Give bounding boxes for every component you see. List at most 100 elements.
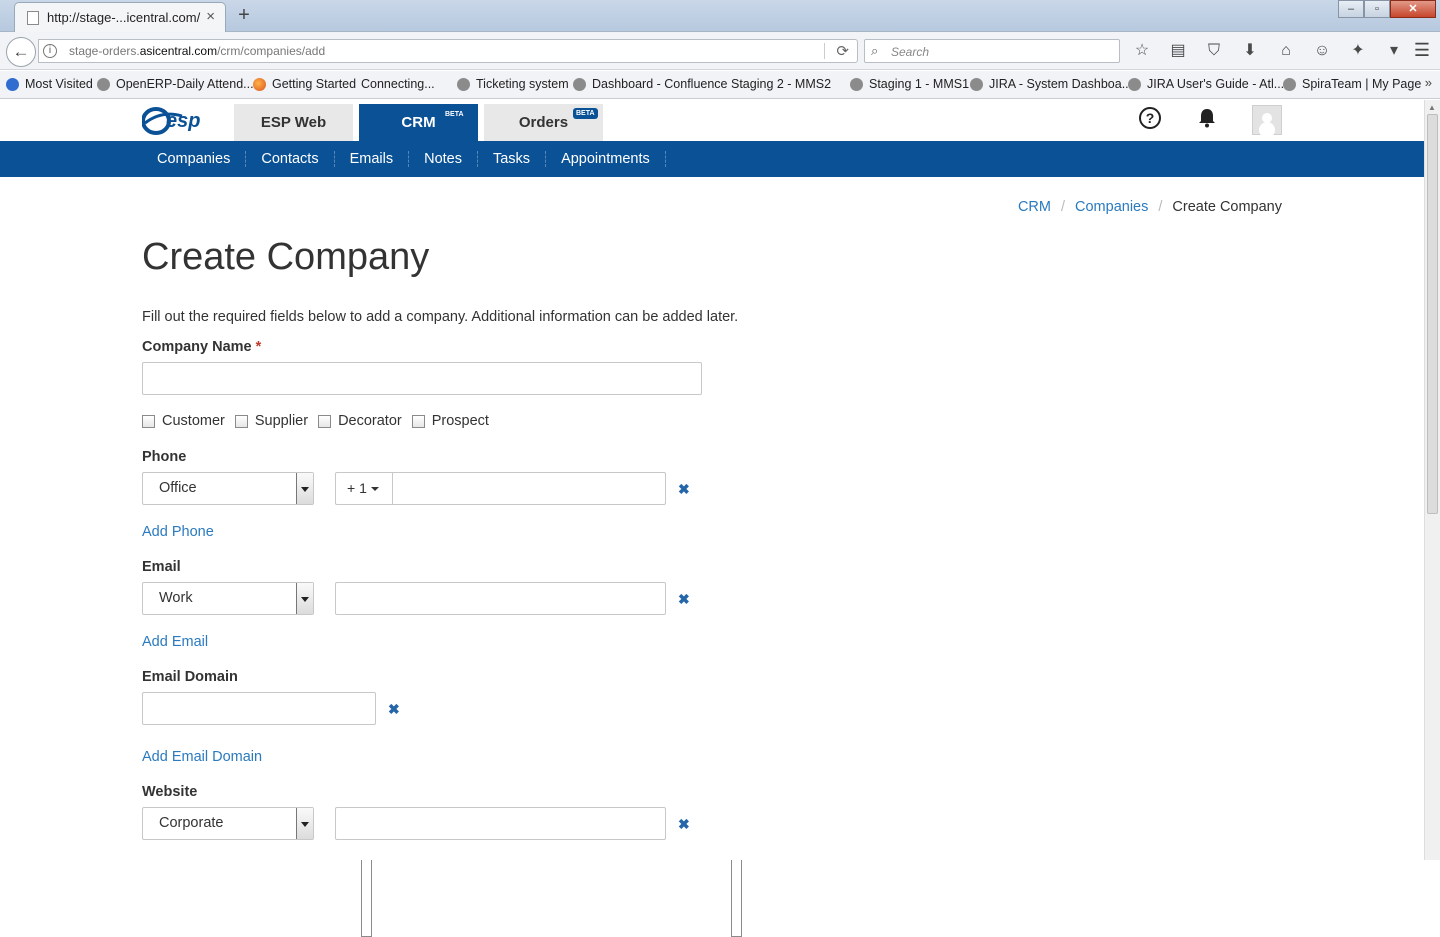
- bookmark-label: JIRA - System Dashboa...: [989, 77, 1133, 91]
- subnav-item-companies[interactable]: Companies: [142, 151, 247, 167]
- remove-phone-icon[interactable]: ✖: [678, 481, 690, 498]
- help-icon[interactable]: ?: [1139, 107, 1161, 129]
- hamburger-menu-icon[interactable]: ☰: [1414, 40, 1430, 61]
- decorator-checkbox[interactable]: Decorator: [318, 413, 402, 429]
- supplier-checkbox[interactable]: Supplier: [234, 413, 309, 429]
- breadcrumb-current: Create Company: [1172, 199, 1282, 215]
- website-input[interactable]: [335, 807, 666, 840]
- globe-icon: [850, 77, 863, 91]
- product-tab-label: CRM: [401, 114, 436, 131]
- phone-type-value: Office: [159, 480, 197, 496]
- phone-number-input[interactable]: [392, 472, 666, 505]
- checkbox-box[interactable]: [142, 414, 155, 428]
- website-type-select[interactable]: Corporate: [142, 807, 314, 840]
- bookmark-label: Dashboard - Confluence: [592, 77, 728, 91]
- close-window-button[interactable]: ✕: [1390, 0, 1436, 18]
- chevron-down-icon[interactable]: [296, 473, 313, 504]
- remove-email-domain-icon[interactable]: ✖: [388, 701, 400, 718]
- subnav-item-appointments[interactable]: Appointments: [546, 151, 666, 167]
- bookmark-item[interactable]: Staging 1 - MMS1: [850, 77, 969, 91]
- browser-toolbar: ☆ ▤ ⛉ ⬇ ⌂ ☺ ✦ ▾: [1130, 40, 1418, 62]
- bell-icon[interactable]: [1197, 108, 1217, 128]
- extension-icon[interactable]: ✦: [1346, 40, 1370, 62]
- minimize-button[interactable]: –: [1338, 0, 1364, 18]
- customer-checkbox[interactable]: Customer: [142, 413, 225, 429]
- email-domain-label: Email Domain: [142, 669, 238, 685]
- esp-logo[interactable]: esp: [142, 104, 216, 136]
- bookmark-item[interactable]: Most Visited: [6, 77, 93, 91]
- browser-tab[interactable]: http://stage-...icentral.com/ ×: [14, 2, 226, 32]
- globe-icon: [457, 77, 470, 91]
- logo-text: esp: [166, 110, 200, 132]
- breadcrumb-crm[interactable]: CRM: [1018, 199, 1051, 215]
- search-bar[interactable]: ⌕ Search: [864, 39, 1120, 63]
- close-tab-icon[interactable]: ×: [206, 8, 215, 25]
- add-email-link[interactable]: Add Email: [142, 634, 208, 650]
- bookmark-label: Most Visited: [25, 77, 93, 91]
- prospect-checkbox[interactable]: Prospect: [411, 413, 489, 429]
- back-button[interactable]: ←: [6, 37, 36, 67]
- bookmark-item[interactable]: OpenERP-Daily Attend...: [97, 77, 254, 91]
- chevron-down-icon[interactable]: [296, 808, 313, 839]
- email-domain-input[interactable]: [142, 692, 376, 725]
- bookmark-item[interactable]: Ticketing system: [457, 77, 569, 91]
- checkbox-box[interactable]: [318, 414, 332, 428]
- download-icon[interactable]: ⬇: [1238, 40, 1262, 62]
- star-icon[interactable]: ☆: [1130, 40, 1154, 62]
- globe-icon: [1283, 77, 1296, 91]
- bookmark-label: OpenERP-Daily Attend...: [116, 77, 254, 91]
- product-tab-esp-web[interactable]: ESP Web: [234, 104, 353, 141]
- remove-email-icon[interactable]: ✖: [678, 591, 690, 608]
- checkbox-label: Customer: [162, 413, 225, 429]
- email-input[interactable]: [335, 582, 666, 615]
- company-type-checkboxes: Customer Supplier Decorator Prospect: [142, 413, 499, 429]
- add-phone-link[interactable]: Add Phone: [142, 524, 214, 540]
- scroll-up-icon[interactable]: ▲: [1428, 103, 1436, 112]
- page-favicon-icon: [27, 11, 39, 25]
- checkbox-label: Supplier: [254, 413, 309, 429]
- chevron-down-icon[interactable]: [296, 583, 313, 614]
- bookmark-item[interactable]: SpiraTeam | My Page: [1283, 77, 1421, 91]
- bookmark-item[interactable]: Dashboard - Confluence: [573, 77, 728, 91]
- country-code-dropdown[interactable]: + 1: [335, 472, 393, 505]
- scrollbar-thumb[interactable]: [1427, 114, 1438, 514]
- company-name-label-text: Company Name: [142, 339, 252, 355]
- search-icon: ⌕: [871, 43, 879, 58]
- bookmark-item[interactable]: Getting Started: [253, 77, 356, 91]
- breadcrumb-companies[interactable]: Companies: [1075, 199, 1148, 215]
- subnav-item-contacts[interactable]: Contacts: [246, 151, 335, 167]
- bookmark-item[interactable]: Staging 2 - MMS2: [731, 77, 831, 937]
- remove-website-icon[interactable]: ✖: [678, 816, 690, 833]
- email-type-select[interactable]: Work: [142, 582, 314, 615]
- product-tab-crm[interactable]: CRM BETA: [359, 104, 478, 141]
- checkbox-box[interactable]: [234, 414, 248, 428]
- info-icon[interactable]: i: [43, 44, 57, 58]
- page-scrollbar[interactable]: ▲: [1424, 100, 1440, 860]
- avatar[interactable]: [1252, 105, 1282, 135]
- website-type-value: Corporate: [159, 815, 224, 831]
- bookmark-item[interactable]: Connecting...: [361, 77, 435, 937]
- bookmarks-bar: Most Visited OpenERP-Daily Attend... Get…: [0, 71, 1440, 937]
- chat-icon[interactable]: ☺: [1310, 40, 1334, 62]
- address-bar[interactable]: i stage-orders.asicentral.com/crm/compan…: [38, 39, 858, 63]
- product-tab-orders[interactable]: Orders BETA: [484, 104, 603, 141]
- company-name-input[interactable]: [142, 362, 702, 395]
- bookmark-item[interactable]: JIRA User's Guide - Atl...: [1128, 77, 1284, 91]
- subnav-item-tasks[interactable]: Tasks: [478, 151, 547, 167]
- phone-type-select[interactable]: Office: [142, 472, 314, 505]
- home-icon[interactable]: ⌂: [1274, 40, 1298, 62]
- reload-icon[interactable]: ⟳: [836, 42, 849, 60]
- pocket-icon[interactable]: ⛉: [1202, 40, 1226, 62]
- breadcrumb-separator: /: [1060, 199, 1066, 215]
- subnav-item-emails[interactable]: Emails: [335, 151, 410, 167]
- add-email-domain-link[interactable]: Add Email Domain: [142, 749, 262, 765]
- new-tab-button[interactable]: +: [234, 4, 254, 27]
- reading-list-icon[interactable]: ▤: [1166, 40, 1190, 62]
- chevron-down-icon[interactable]: ▾: [1382, 40, 1406, 62]
- bookmark-item[interactable]: JIRA - System Dashboa...: [970, 77, 1132, 91]
- subnav-item-notes[interactable]: Notes: [409, 151, 478, 167]
- maximize-button[interactable]: ▫: [1364, 0, 1390, 18]
- checkbox-box[interactable]: [411, 414, 425, 428]
- bookmarks-overflow-button[interactable]: »: [1425, 75, 1432, 90]
- phone-label: Phone: [142, 449, 187, 465]
